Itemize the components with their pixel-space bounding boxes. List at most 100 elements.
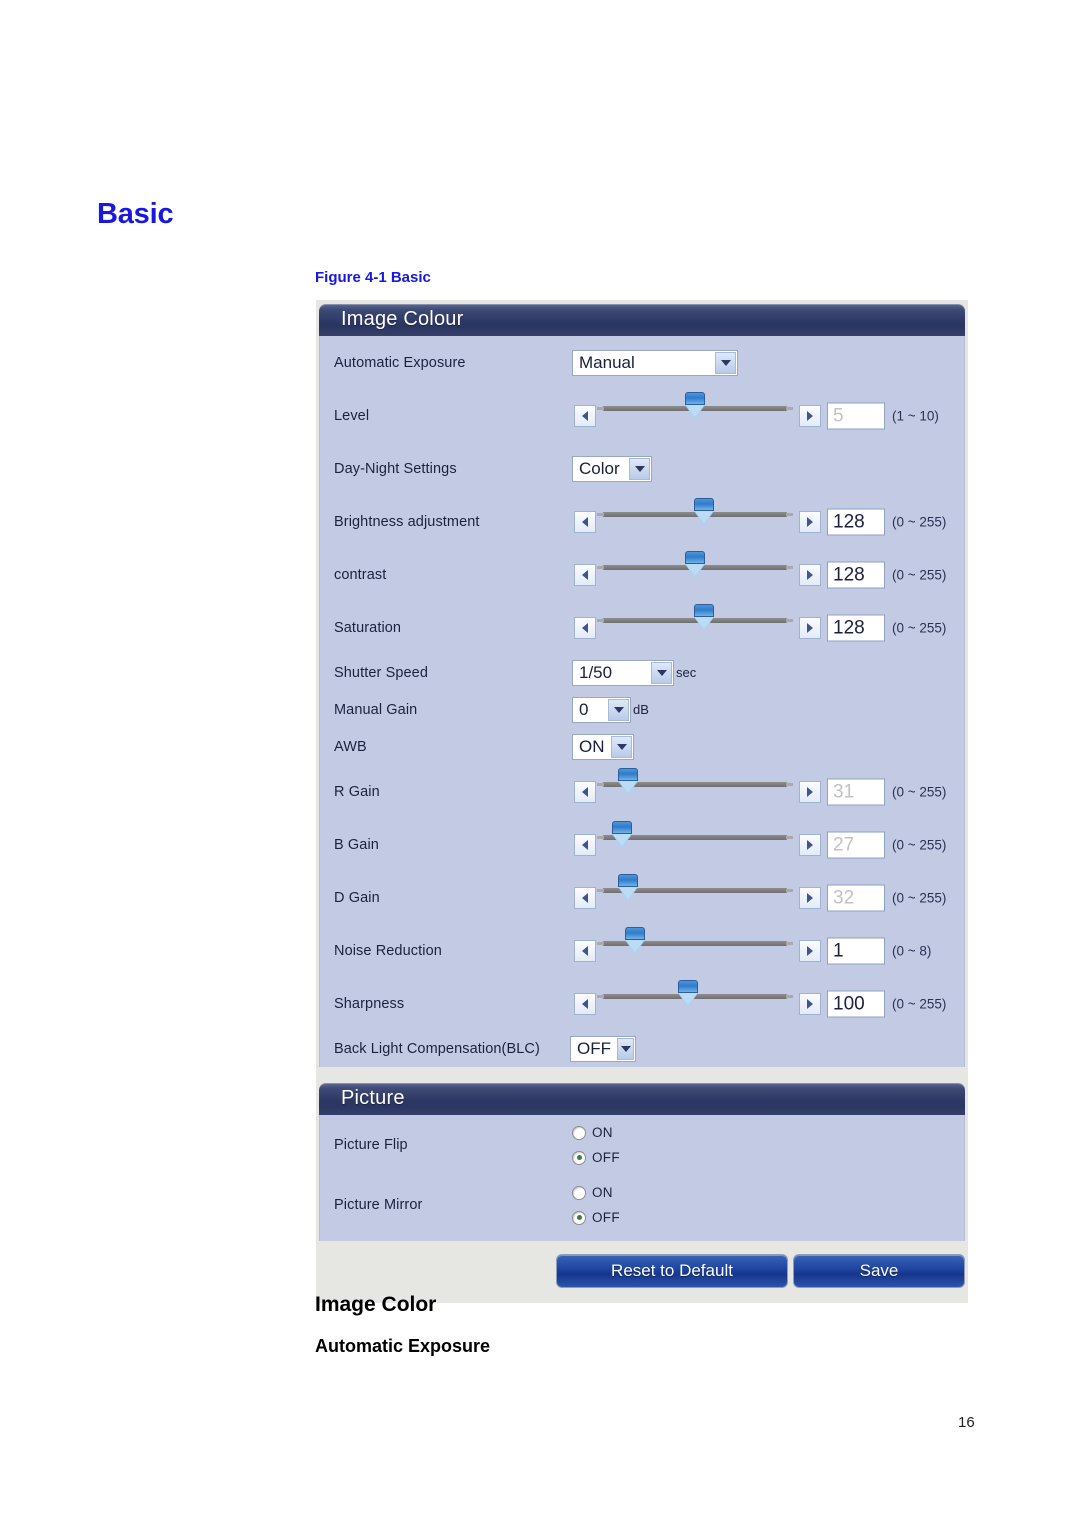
d-gain-slider-thumb[interactable] <box>618 874 639 901</box>
triangle-left-icon <box>582 622 588 633</box>
noise-reduction-slider-track[interactable] <box>597 927 793 954</box>
figure-caption: Figure 4-1 Basic <box>315 269 431 286</box>
row-automatic-exposure: Automatic Exposure Manual <box>320 336 964 389</box>
sharpness-slider-track[interactable] <box>597 980 793 1007</box>
thumb-cap <box>618 874 639 887</box>
radio-unchecked-icon[interactable] <box>572 1125 586 1140</box>
b-gain-decrement-button[interactable] <box>574 833 596 856</box>
chevron-down-icon[interactable] <box>715 351 736 374</box>
saturation-increment-button[interactable] <box>799 616 821 639</box>
saturation-slider-track[interactable] <box>597 604 793 631</box>
sharpness-increment-button[interactable] <box>799 992 821 1015</box>
day-night-settings-select[interactable]: Color <box>572 455 652 482</box>
control-brightness-adjustment: 128 (0 ~ 255) <box>570 495 964 548</box>
sharpness-value-input[interactable]: 100 <box>827 990 885 1017</box>
blc-select[interactable]: OFF <box>570 1035 636 1062</box>
automatic-exposure-select[interactable]: Manual <box>572 349 738 376</box>
level-value-input[interactable]: 5 <box>827 402 885 429</box>
picture-mirror-on-option[interactable]: ON <box>572 1180 620 1205</box>
section-heading-image-color: Image Color <box>315 1293 437 1316</box>
picture-flip-on-option[interactable]: ON <box>572 1120 620 1145</box>
noise-reduction-slider-thumb[interactable] <box>625 927 646 954</box>
triangle-left-icon <box>582 998 588 1009</box>
noise-reduction-value-input[interactable]: 1 <box>827 937 885 964</box>
r-gain-increment-button[interactable] <box>799 780 821 803</box>
chevron-down-icon[interactable] <box>611 735 632 758</box>
saturation-slider[interactable]: 128 (0 ~ 255) <box>570 601 964 654</box>
brightness-increment-button[interactable] <box>799 510 821 533</box>
blc-value: OFF <box>577 1038 611 1058</box>
b-gain-slider-track[interactable] <box>597 821 793 848</box>
b-gain-value-input[interactable]: 27 <box>827 831 885 858</box>
radio-checked-icon[interactable] <box>572 1150 586 1165</box>
label-shutter-speed: Shutter Speed <box>334 664 429 681</box>
contrast-slider-track[interactable] <box>597 551 793 578</box>
row-day-night-settings: Day-Night Settings Color <box>320 442 964 495</box>
b-gain-slider[interactable]: 27 (0 ~ 255) <box>570 818 964 871</box>
r-gain-decrement-button[interactable] <box>574 780 596 803</box>
awb-select[interactable]: ON <box>572 733 634 760</box>
sharpness-slider-thumb[interactable] <box>677 980 698 1007</box>
r-gain-slider-track[interactable] <box>597 768 793 795</box>
save-button[interactable]: Save <box>793 1254 965 1288</box>
triangle-left-icon <box>582 839 588 850</box>
image-colour-panel-frame: Image Colour Automatic Exposure Manual L… <box>319 304 965 1067</box>
r-gain-slider-thumb[interactable] <box>618 768 639 795</box>
level-increment-button[interactable] <box>799 404 821 427</box>
contrast-increment-button[interactable] <box>799 563 821 586</box>
saturation-value-input[interactable]: 128 <box>827 614 885 641</box>
level-slider-track[interactable] <box>597 392 793 419</box>
chevron-down-icon[interactable] <box>617 1037 634 1060</box>
thumb-point-inner <box>678 993 697 1005</box>
r-gain-value-input[interactable]: 31 <box>827 778 885 805</box>
brightness-value-input[interactable]: 128 <box>827 508 885 535</box>
noise-reduction-decrement-button[interactable] <box>574 939 596 962</box>
contrast-slider[interactable]: 128 (0 ~ 255) <box>570 548 964 601</box>
d-gain-decrement-button[interactable] <box>574 886 596 909</box>
radio-checked-icon[interactable] <box>572 1210 586 1225</box>
contrast-slider-thumb[interactable] <box>685 551 705 578</box>
b-gain-slider-thumb[interactable] <box>612 821 633 848</box>
reset-to-default-button[interactable]: Reset to Default <box>556 1254 788 1288</box>
chevron-down-icon[interactable] <box>629 457 650 480</box>
noise-reduction-slider[interactable]: 1 (0 ~ 8) <box>570 924 964 977</box>
noise-reduction-increment-button[interactable] <box>799 939 821 962</box>
picture-mirror-off-option[interactable]: OFF <box>572 1205 620 1230</box>
manual-gain-value: 0 <box>579 699 589 719</box>
contrast-value-input[interactable]: 128 <box>827 561 885 588</box>
brightness-decrement-button[interactable] <box>574 510 596 533</box>
label-contrast: contrast <box>334 566 387 583</box>
b-gain-increment-button[interactable] <box>799 833 821 856</box>
brightness-slider-thumb[interactable] <box>694 498 715 525</box>
radio-unchecked-icon[interactable] <box>572 1185 586 1200</box>
picture-flip-on-label: ON <box>592 1125 613 1140</box>
level-decrement-button[interactable] <box>574 404 596 427</box>
level-slider[interactable]: 5 (1 ~ 10) <box>570 389 964 442</box>
day-night-settings-value: Color <box>579 458 620 478</box>
label-noise-reduction: Noise Reduction <box>334 942 442 959</box>
d-gain-slider-track[interactable] <box>597 874 793 901</box>
picture-flip-off-option[interactable]: OFF <box>572 1145 620 1170</box>
triangle-left-icon <box>582 516 588 527</box>
d-gain-slider[interactable]: 32 (0 ~ 255) <box>570 871 964 924</box>
level-slider-thumb[interactable] <box>685 392 705 419</box>
brightness-slider-track[interactable] <box>597 498 793 525</box>
saturation-decrement-button[interactable] <box>574 616 596 639</box>
saturation-slider-thumb[interactable] <box>694 604 715 631</box>
row-b-gain: B Gain 27 (0 ~ 255) <box>320 818 964 871</box>
triangle-right-icon <box>807 839 813 850</box>
brightness-slider[interactable]: 128 (0 ~ 255) <box>570 495 964 548</box>
control-back-light-compensation: OFF <box>570 1030 964 1067</box>
sharpness-slider[interactable]: 100 (0 ~ 255) <box>570 977 964 1030</box>
control-noise-reduction: 1 (0 ~ 8) <box>570 924 964 977</box>
d-gain-value-input[interactable]: 32 <box>827 884 885 911</box>
chevron-down-icon[interactable] <box>651 661 672 684</box>
r-gain-slider[interactable]: 31 (0 ~ 255) <box>570 765 964 818</box>
d-gain-increment-button[interactable] <box>799 886 821 909</box>
sharpness-decrement-button[interactable] <box>574 992 596 1015</box>
shutter-speed-select[interactable]: 1/50 <box>572 659 674 686</box>
contrast-decrement-button[interactable] <box>574 563 596 586</box>
chevron-down-icon[interactable] <box>608 698 629 721</box>
manual-gain-select[interactable]: 0 <box>572 696 631 723</box>
triangle-right-icon <box>807 569 813 580</box>
